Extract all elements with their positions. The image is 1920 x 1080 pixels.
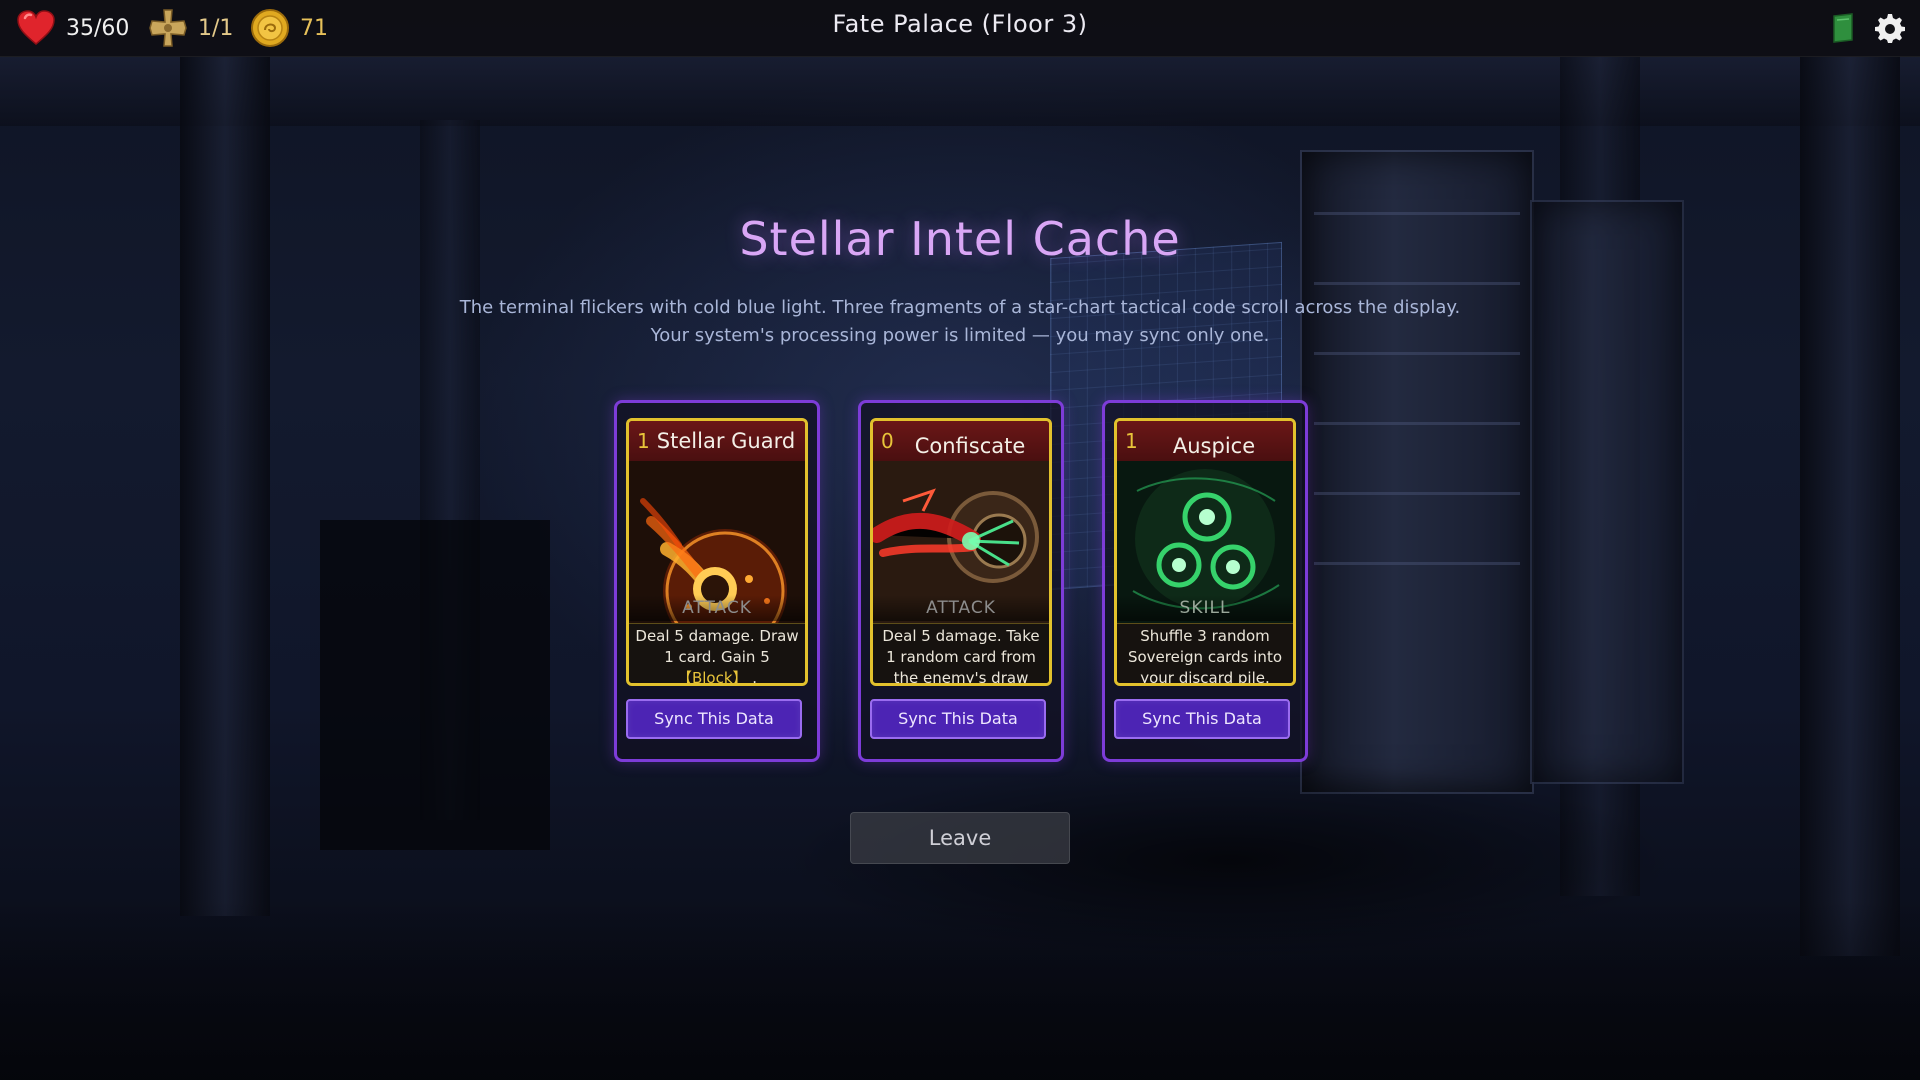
card-type: ATTACK: [629, 595, 805, 621]
background-server-rack: [1530, 200, 1684, 784]
block-keyword: 【Block】: [676, 669, 748, 683]
location-title: Fate Palace (Floor 3): [832, 10, 1088, 38]
sync-data-button[interactable]: Sync This Data: [870, 699, 1046, 739]
card-description: Deal 5 damage. Draw 1 card. Gain 5 【Bloc…: [629, 623, 805, 683]
card-header: 1 Stellar Guard: [629, 421, 805, 461]
sync-data-button[interactable]: Sync This Data: [1114, 699, 1290, 739]
card-cost: 1: [1125, 429, 1138, 453]
card-description: Shuffle 3 random Sovereign cards into yo…: [1117, 623, 1293, 683]
event-description-line: Your system's processing power is limite…: [650, 325, 1270, 346]
background-doorway: [320, 520, 550, 850]
gear-icon[interactable]: [1874, 12, 1906, 44]
card-choice-stellar-guard: 1 Stellar Guard ATTACK Deal 5 damage. Dr…: [614, 400, 820, 762]
card-cost: 1: [637, 429, 650, 453]
card-name: Auspice: [1172, 434, 1256, 458]
card[interactable]: 1 Auspice SKILL Shuffle 3 random Soverei…: [1114, 418, 1296, 686]
card-choice-confiscate: 0 Confiscate ATTACK Deal 5 damage. Take …: [858, 400, 1064, 762]
leave-button[interactable]: Leave: [850, 812, 1070, 864]
card-name: Confiscate: [914, 434, 1026, 458]
background-pillar: [180, 56, 270, 916]
card[interactable]: 1 Stellar Guard ATTACK Deal 5 damage. Dr…: [626, 418, 808, 686]
event-description: The terminal flickers with cold blue lig…: [360, 294, 1560, 350]
card-description-text: Deal 5 damage. Take 1 random card from t…: [882, 627, 1040, 683]
card-type: SKILL: [1117, 595, 1293, 621]
card-description-text: .: [747, 669, 758, 683]
card-choice-auspice: 1 Auspice SKILL Shuffle 3 random Soverei…: [1102, 400, 1308, 762]
game-screen: 35/60 1/1 71 Fate Palace (Floor 3) Stell…: [0, 0, 1920, 1080]
card-description-text: Deal 5 damage. Draw 1 card. Gain 5: [635, 627, 799, 666]
card-type: ATTACK: [873, 595, 1049, 621]
card-description: Deal 5 damage. Take 1 random card from t…: [873, 623, 1049, 683]
card-description-text: Shuffle 3 random Sovereign cards into yo…: [1127, 627, 1282, 683]
card-header: 0 Confiscate: [873, 421, 1049, 461]
card-header: 1 Auspice: [1117, 421, 1293, 461]
card-cost: 0: [881, 429, 894, 453]
background-floor: [0, 900, 1920, 1080]
card[interactable]: 0 Confiscate ATTACK Deal 5 damage. Take …: [870, 418, 1052, 686]
top-bar: 35/60 1/1 71 Fate Palace (Floor 3): [0, 0, 1920, 57]
event-title: Stellar Intel Cache: [739, 212, 1181, 266]
event-description-line: The terminal flickers with cold blue lig…: [459, 297, 1461, 318]
sync-data-button[interactable]: Sync This Data: [626, 699, 802, 739]
card-name: Stellar Guard: [656, 429, 796, 453]
background-pillar: [1800, 56, 1900, 956]
deck-icon[interactable]: [1826, 12, 1858, 44]
